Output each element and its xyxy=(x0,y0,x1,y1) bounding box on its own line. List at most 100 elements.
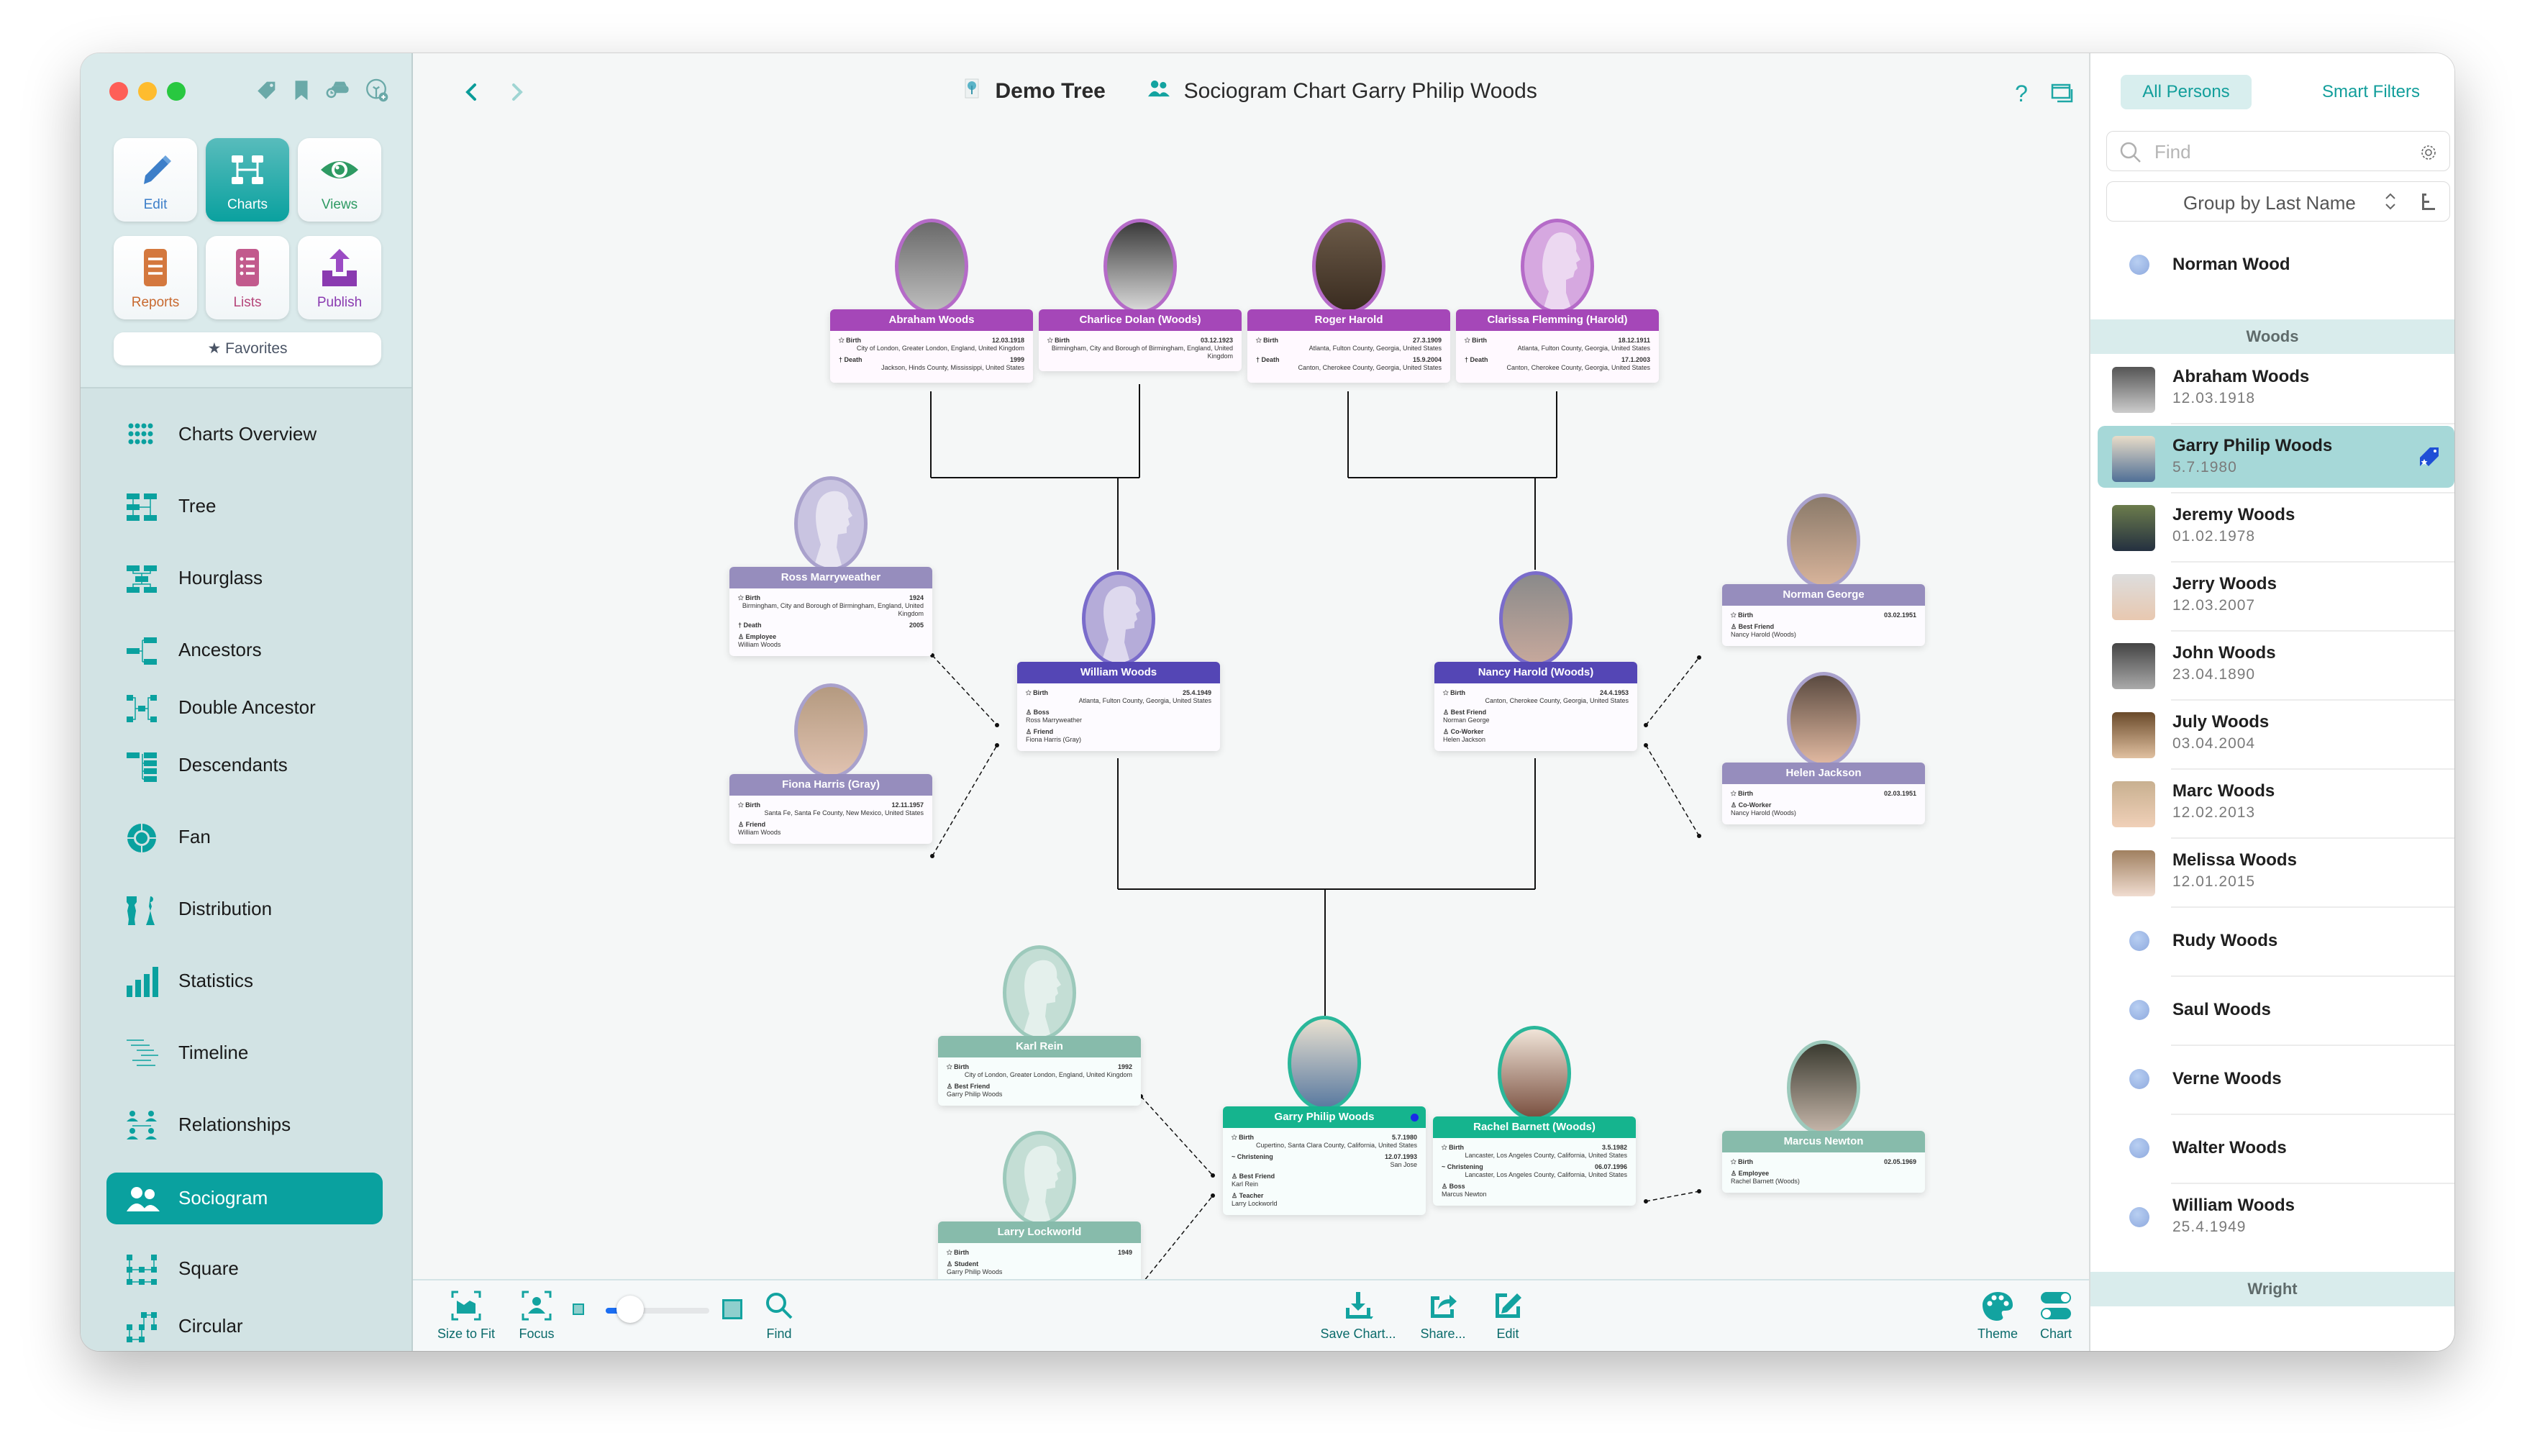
edit-chart-button[interactable]: Edit xyxy=(1486,1289,1529,1342)
share-label: Share... xyxy=(1420,1327,1466,1341)
zoom-slider-knob[interactable] xyxy=(616,1296,645,1323)
tree-add-icon[interactable] xyxy=(364,78,388,102)
connector-dot xyxy=(1211,1193,1215,1198)
window-layout-icon[interactable] xyxy=(2050,81,2076,106)
nav-sociogram[interactable]: Sociogram xyxy=(106,1173,383,1224)
nav-square[interactable]: Square xyxy=(106,1243,383,1295)
relation-line xyxy=(932,655,998,726)
grid-dots-icon xyxy=(125,419,158,452)
person-card[interactable]: Helen Jackson ✩ Birth 02.03.1951 ♙ Co-Worke… xyxy=(1722,672,1925,824)
person-card[interactable]: Rachel Barnett (Woods) ✩ Birth 3.5.1982 Lan… xyxy=(1433,1026,1636,1206)
person-card[interactable]: Abraham Woods ✩ Birth 12.03.1918 City of Lo… xyxy=(830,219,1033,383)
card-body: ✩ Birth 18.12.1911 Atlanta, Fulton County,… xyxy=(1456,331,1659,383)
find-button[interactable]: Find xyxy=(754,1289,804,1342)
nav-tree[interactable]: Tree xyxy=(106,481,383,532)
tab-smart-filters[interactable]: Smart Filters xyxy=(2299,75,2443,109)
nav-double-ancestor[interactable]: Double Ancestor xyxy=(106,682,383,734)
person-card[interactable]: Marcus Newton ✩ Birth 02.05.1969 ♙ Employee… xyxy=(1722,1040,1925,1193)
nav-charts-overview[interactable]: Charts Overview xyxy=(106,409,383,460)
person-row[interactable]: Saul Woods xyxy=(2098,978,2454,1040)
person-row[interactable]: John Woods 23.04.1890 xyxy=(2098,633,2454,695)
nav-distribution[interactable]: Distribution xyxy=(106,883,383,935)
publish-tile[interactable]: Publish xyxy=(298,236,381,319)
fan-chart-icon xyxy=(125,822,158,855)
relation-icon: ♙ xyxy=(1232,1173,1239,1180)
person-card[interactable]: Larry Lockworld ✩ Birth 1949 ♙ Student Garry… xyxy=(938,1131,1141,1283)
share-button[interactable]: Share... xyxy=(1414,1289,1472,1342)
nav-label: Statistics xyxy=(178,970,254,991)
portrait xyxy=(895,219,968,314)
person-card[interactable]: Clarissa Flemming (Harold) ✩ Birth 18.12.1… xyxy=(1456,219,1659,383)
minimize-window-button[interactable] xyxy=(138,82,157,101)
separator xyxy=(2171,1045,2454,1046)
person-row[interactable]: William Woods 25.4.1949 xyxy=(2098,1186,2454,1247)
person-row[interactable]: Garry Philip Woods 5.7.1980 xyxy=(2098,426,2454,488)
event-type: Birth xyxy=(1738,1158,1754,1165)
chart-settings-button[interactable]: Chart xyxy=(2034,1289,2077,1342)
nav-label: Square xyxy=(178,1257,239,1279)
nav-statistics[interactable]: Statistics xyxy=(106,955,383,1007)
person-row[interactable]: Walter Woods xyxy=(2098,1116,2454,1178)
person-name: Garry Philip Woods xyxy=(1223,1106,1426,1128)
theme-button[interactable]: Theme xyxy=(1972,1289,2023,1342)
person-card[interactable]: Nancy Harold (Woods) ✩ Birth 24.4.1953 Cant… xyxy=(1434,571,1637,751)
charts-tile[interactable]: Charts xyxy=(206,138,289,222)
person-card[interactable]: Karl Rein ✩ Birth 1992 City of London, Grea… xyxy=(938,945,1141,1106)
person-card[interactable]: Roger Harold ✩ Birth 27.3.1909 Atlanta, Ful… xyxy=(1247,219,1450,383)
event-type: Birth xyxy=(1738,611,1754,619)
nav-hourglass[interactable]: Hourglass xyxy=(106,552,383,604)
person-card[interactable]: Norman George ✩ Birth 03.02.1951 ♙ Best Fri… xyxy=(1722,493,1925,646)
find-input[interactable] xyxy=(2154,139,2392,165)
nav-fan[interactable]: Fan xyxy=(106,811,383,863)
connector-dot xyxy=(1644,1199,1648,1204)
history-icon[interactable] xyxy=(324,78,349,102)
person-card[interactable]: Ross Marryweather ✩ Birth 1924 Birmingham, … xyxy=(729,476,932,656)
person-row[interactable]: Verne Woods xyxy=(2098,1047,2454,1109)
person-card[interactable]: Charlice Dolan (Woods) ✩ Birth 03.12.1923 B… xyxy=(1039,219,1242,371)
person-row[interactable]: Jerry Woods 12.03.2007 xyxy=(2098,564,2454,626)
person-row[interactable]: Marc Woods 12.02.2013 xyxy=(2098,771,2454,833)
zoom-out-icon[interactable] xyxy=(573,1303,584,1315)
gear-icon[interactable] xyxy=(2418,142,2439,163)
tag-icon[interactable] xyxy=(255,78,279,102)
nav-label: Ancestors xyxy=(178,639,262,660)
group-by-select[interactable]: Group by Last Name xyxy=(2106,181,2450,222)
person-row[interactable]: Rudy Woods xyxy=(2098,909,2454,971)
person-card[interactable]: Fiona Harris (Gray) ✩ Birth 12.11.1957 Sant… xyxy=(729,683,932,844)
views-tile[interactable]: Views xyxy=(298,138,381,222)
zoom-slider[interactable] xyxy=(606,1296,709,1323)
event-type: Birth xyxy=(1738,790,1754,797)
nav-ancestors[interactable]: Ancestors xyxy=(106,624,383,676)
person-name: Larry Lockworld xyxy=(938,1221,1141,1243)
person-row[interactable]: Melissa Woods 12.01.2015 xyxy=(2098,840,2454,902)
sort-icon[interactable] xyxy=(2421,192,2436,217)
zoom-window-button[interactable] xyxy=(167,82,186,101)
tab-all-persons[interactable]: All Persons xyxy=(2121,75,2252,109)
save-chart-button[interactable]: Save Chart... xyxy=(1316,1289,1400,1342)
nav-circular[interactable]: Circular xyxy=(106,1301,383,1351)
person-row[interactable]: July Woods 03.04.2004 xyxy=(2098,702,2454,764)
size-to-fit-button[interactable]: Size to Fit xyxy=(430,1289,502,1342)
bookmark-tag-icon[interactable] xyxy=(2417,445,2441,469)
lists-tile[interactable]: Lists xyxy=(206,236,289,319)
sociogram-canvas[interactable]: Abraham Woods ✩ Birth 12.03.1918 City of Lo… xyxy=(413,132,2089,1283)
zoom-in-icon[interactable] xyxy=(722,1299,742,1319)
person-row[interactable]: Norman Wood xyxy=(2098,233,2454,295)
event-date: 17.1.2003 xyxy=(1621,356,1650,363)
person-row[interactable]: Jeremy Woods 01.02.1978 xyxy=(2098,495,2454,557)
person-card[interactable]: William Woods ✩ Birth 25.4.1949 Atlanta, Fu… xyxy=(1017,571,1220,751)
person-row[interactable]: Abraham Woods 12.03.1918 xyxy=(2098,357,2454,419)
nav-relationships[interactable]: Relationships xyxy=(106,1099,383,1151)
bookmark-icon[interactable] xyxy=(289,78,314,102)
focus-button[interactable]: Focus xyxy=(508,1289,565,1342)
favorites-button[interactable]: ★ Favorites xyxy=(114,332,381,365)
edit-tile[interactable]: Edit xyxy=(114,138,197,222)
nav-timeline[interactable]: Timeline xyxy=(106,1027,383,1079)
help-icon[interactable]: ? xyxy=(2008,81,2034,106)
separator xyxy=(2171,975,2454,977)
person-card[interactable]: Garry Philip Woods ✩ Birth 5.7.1980 Cuperti… xyxy=(1223,1016,1426,1215)
close-window-button[interactable] xyxy=(109,82,128,101)
person-date: 12.02.2013 xyxy=(2172,804,2256,821)
reports-tile[interactable]: Reports xyxy=(114,236,197,319)
nav-descendants[interactable]: Descendants xyxy=(106,740,383,791)
